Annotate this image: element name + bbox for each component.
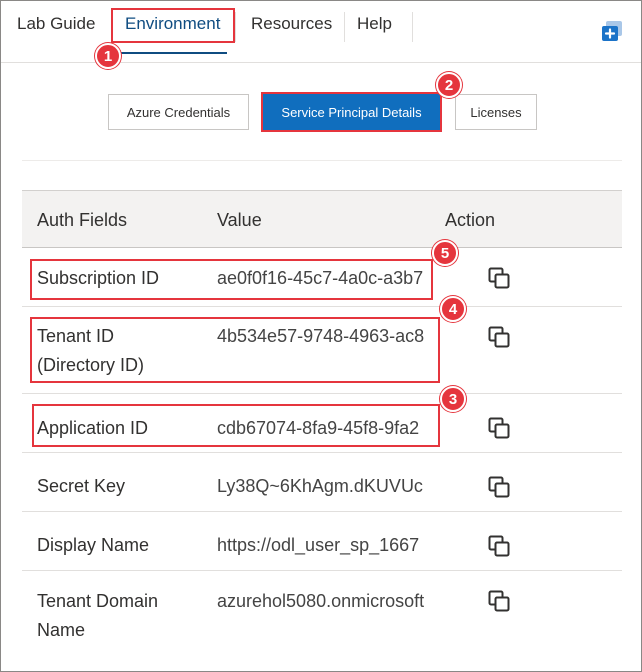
step-badge-5: 5 [432, 240, 458, 266]
copy-icon[interactable] [487, 266, 511, 290]
copy-icon[interactable] [487, 534, 511, 558]
tab-separator [412, 12, 413, 42]
tab-resources[interactable]: Resources [251, 14, 332, 34]
copy-icon[interactable] [487, 589, 511, 613]
step-badge-3: 3 [440, 386, 466, 412]
highlight-box-application [32, 404, 440, 447]
highlight-box-subscription [30, 259, 433, 300]
tab-separator [235, 12, 236, 42]
licenses-button[interactable]: Licenses [455, 94, 537, 130]
highlight-box-environment [111, 8, 235, 43]
table-row: Display Name https://odl_user_sp_1667 [22, 512, 622, 571]
value-display-name[interactable]: https://odl_user_sp_1667 [217, 531, 429, 560]
step-badge-1: 1 [95, 43, 121, 69]
header-auth-fields: Auth Fields [37, 210, 128, 230]
copy-icon[interactable] [487, 416, 511, 440]
value-tenant-domain-name[interactable]: azurehol5080.onmicrosoft [217, 587, 429, 616]
divider [22, 160, 622, 161]
header-value: Value [217, 210, 262, 230]
table-row: Secret Key Ly38Q~6KhAgm.dKUVUc [22, 453, 622, 512]
tab-separator [344, 12, 345, 42]
table-row: Tenant Domain Name azurehol5080.onmicros… [22, 571, 622, 657]
table-header: Auth Fields Value Action [22, 190, 622, 248]
highlight-box-tenant [30, 317, 440, 383]
field-tenant-domain-name: Tenant Domain Name [37, 591, 159, 640]
azure-credentials-button[interactable]: Azure Credentials [108, 94, 249, 130]
add-window-icon[interactable] [600, 19, 624, 43]
tab-lab-guide[interactable]: Lab Guide [17, 14, 95, 34]
copy-icon[interactable] [487, 325, 511, 349]
tab-help[interactable]: Help [357, 14, 392, 34]
value-secret-key[interactable]: Ly38Q~6KhAgm.dKUVUc [217, 472, 429, 501]
header-action: Action [445, 210, 496, 230]
field-secret-key: Secret Key [37, 476, 126, 496]
step-badge-2: 2 [436, 72, 462, 98]
field-display-name: Display Name [37, 535, 150, 555]
copy-icon[interactable] [487, 475, 511, 499]
highlight-box-service-principal [261, 92, 442, 132]
step-badge-4: 4 [440, 296, 466, 322]
active-tab-indicator [119, 52, 227, 54]
